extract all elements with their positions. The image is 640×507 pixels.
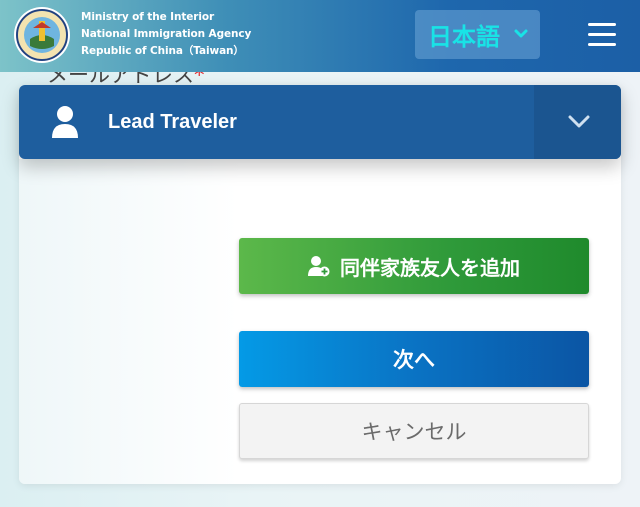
person-icon	[52, 106, 78, 138]
menu-bar-top	[588, 23, 616, 26]
next-label: 次へ	[393, 348, 435, 372]
next-button[interactable]: 次へ	[239, 331, 589, 387]
cancel-label: キャンセル	[361, 420, 467, 444]
agency-seal-icon[interactable]	[13, 6, 71, 64]
email-field-label: メールアドレス*	[47, 72, 205, 86]
email-label-text: メールアドレス	[47, 72, 194, 86]
language-selector[interactable]: 日本語	[415, 10, 540, 59]
menu-bar-middle	[588, 33, 616, 36]
required-mark: *	[194, 72, 205, 86]
cancel-button[interactable]: キャンセル	[239, 403, 589, 459]
card-side-fade	[19, 159, 239, 484]
section-toggle[interactable]	[534, 85, 621, 159]
agency-line-nia: National Immigration Agency	[81, 28, 252, 40]
agency-line-country: Republic of China（Taiwan）	[81, 45, 244, 57]
language-label: 日本語	[428, 23, 500, 51]
lead-traveler-header[interactable]: Lead Traveler	[19, 85, 621, 159]
hamburger-menu-icon[interactable]	[586, 20, 618, 50]
add-companion-button[interactable]: 同伴家族友人を追加	[239, 238, 589, 294]
background-field-label-wrap: メールアドレス*	[0, 72, 640, 86]
menu-bar-bottom	[588, 43, 616, 46]
site-header: Ministry of the Interior National Immigr…	[0, 0, 640, 72]
chevron-down-icon	[568, 115, 590, 128]
add-person-icon	[308, 256, 330, 277]
traveler-card: Lead Traveler 同伴家族友人を追加 次へ キャンセル	[19, 85, 621, 484]
add-companion-label: 同伴家族友人を追加	[340, 255, 520, 280]
chevron-down-icon	[514, 29, 528, 38]
lead-traveler-title: Lead Traveler	[108, 111, 237, 133]
agency-line-ministry: Ministry of the Interior	[81, 11, 215, 23]
agency-name: Ministry of the Interior National Immigr…	[81, 9, 251, 60]
